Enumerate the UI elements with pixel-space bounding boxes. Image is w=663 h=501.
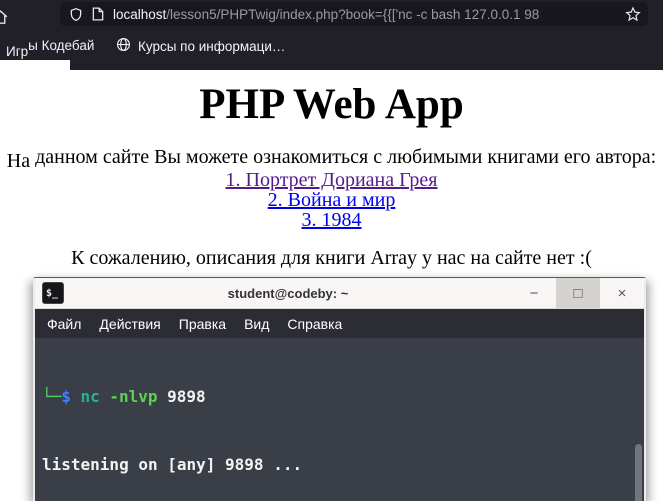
menu-help[interactable]: Справка	[278, 316, 351, 332]
bookmark-label-part1: Игр	[6, 44, 29, 59]
bookmarks-bar: Игры Кодебай Курсы по информаци…	[0, 28, 663, 70]
terminal-scrollbar-thumb[interactable]	[635, 444, 642, 501]
browser-chrome: localhost/lesson5/PHPTwig/index.php?book…	[0, 0, 663, 70]
sorry-text: К сожалению, описания для книги Array у …	[71, 247, 592, 269]
page-title: PHP Web App	[199, 81, 464, 128]
prompt-dollar: $	[61, 387, 71, 406]
web-page: PHP Web App На данном сайте Вы можете оз…	[0, 70, 663, 270]
menu-file[interactable]: Файл	[38, 316, 90, 332]
browser-toolbar: localhost/lesson5/PHPTwig/index.php?book…	[0, 0, 663, 28]
globe-icon	[116, 37, 131, 55]
terminal-window-title: student@codeby: ~	[227, 285, 349, 301]
prompt-branch: └─	[42, 387, 62, 406]
menu-edit[interactable]: Правка	[170, 316, 235, 332]
terminal-titlebar[interactable]: $_ student@codeby: ~ − □ ×	[35, 278, 644, 309]
book-links: 1. Портрет Дориана Грея 2. Война и мир 3…	[0, 170, 663, 230]
bookmark-item-kodeby[interactable]: Игры Кодебай	[6, 38, 95, 59]
menu-view[interactable]: Вид	[235, 316, 278, 332]
shield-icon[interactable]	[69, 7, 83, 22]
intro-part1: На	[6, 150, 31, 172]
bookmark-star-icon[interactable]	[625, 6, 641, 25]
intro-text: На данном сайте Вы можете ознакомиться с…	[0, 146, 663, 172]
close-button[interactable]: ×	[600, 278, 644, 308]
terminal-app-icon: $_	[42, 282, 64, 304]
command-argument: 9898	[167, 387, 206, 406]
page-info-icon[interactable]	[92, 7, 104, 21]
prompt-line: └─$ nc -nlvp 9898	[42, 386, 644, 409]
menu-actions[interactable]: Действия	[90, 316, 169, 332]
page-background-notch	[0, 60, 70, 70]
minimize-button[interactable]: −	[512, 278, 556, 308]
url-path: /lesson5/PHPTwig/index.php?book={{['nc -…	[166, 6, 540, 22]
terminal-output[interactable]: └─$ nc -nlvp 9898 listening on [any] 9898 .…	[35, 338, 644, 501]
bookmark-item-courses[interactable]: Курсы по информаци…	[116, 37, 285, 55]
bookmark-label: Курсы по информаци…	[138, 38, 286, 54]
command-options: -nlvp	[109, 387, 158, 406]
intro-part2: данном сайте Вы можете ознакомиться с лю…	[30, 146, 657, 168]
command-name: nc	[80, 387, 100, 406]
url-text: localhost/lesson5/PHPTwig/index.php?book…	[113, 7, 622, 22]
book-link-2[interactable]: 2. Война и мир	[0, 190, 663, 210]
address-bar[interactable]: localhost/lesson5/PHPTwig/index.php?book…	[60, 2, 648, 26]
url-host: localhost	[113, 6, 167, 22]
bookmark-label-part2: ы Кодебай	[28, 38, 95, 53]
maximize-button[interactable]: □	[556, 278, 600, 308]
terminal-window: $_ student@codeby: ~ − □ × Файл Действия…	[33, 277, 646, 501]
terminal-menubar: Файл Действия Правка Вид Справка	[35, 309, 644, 338]
book-link-1[interactable]: 1. Портрет Дориана Грея	[0, 170, 663, 190]
book-link-3[interactable]: 3. 1984	[0, 210, 663, 230]
output-line: listening on [any] 9898 ...	[42, 454, 303, 474]
